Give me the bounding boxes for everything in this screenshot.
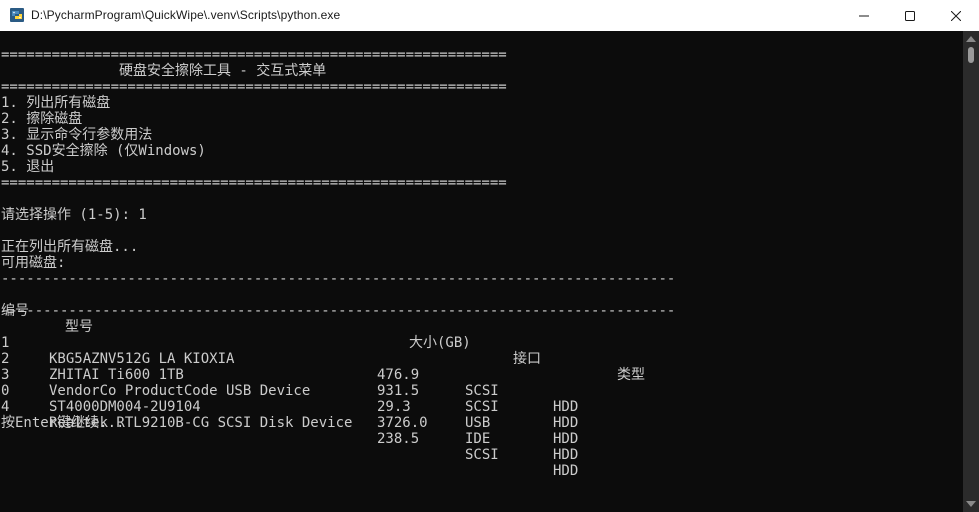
menu-title: 硬盘安全擦除工具 - 交互式菜单 — [1, 63, 327, 79]
disk-type: HDD — [553, 447, 579, 463]
console-output[interactable]: ========================================… — [0, 31, 963, 512]
table-row: 3 VendorCo ProductCode USB Device 29.3 U… — [1, 351, 901, 447]
disk-type: HDD — [553, 415, 579, 431]
dash-line: ----------------------------------------… — [1, 271, 676, 287]
disk-interface: USB — [465, 415, 491, 431]
close-button[interactable] — [933, 0, 979, 31]
listing-message: 正在列出所有磁盘... — [1, 239, 139, 255]
available-disks-label: 可用磁盘: — [1, 255, 66, 271]
close-icon — [951, 10, 961, 21]
table-row: 4 Realtek RTL9210B-CG SCSI Disk Device 2… — [1, 383, 901, 479]
title-bar[interactable]: D:\PycharmProgram\QuickWipe\.venv\Script… — [0, 0, 979, 31]
operation-prompt: 请选择操作 (1-5): 1 — [1, 207, 147, 223]
disk-interface: SCSI — [465, 447, 499, 463]
table-row: 0 ST4000DM004-2U9104 3726.0 IDE HDD — [1, 367, 901, 463]
dash-line: ----------------------------------------… — [1, 303, 676, 319]
disk-type: HDD — [553, 463, 579, 479]
continue-prompt: 按Enter键继续... — [1, 415, 125, 431]
menu-item-wipe-disk: 2. 擦除磁盘 — [1, 111, 83, 127]
minimize-icon — [859, 15, 869, 16]
disk-type: HDD — [553, 399, 579, 415]
python-icon — [10, 8, 24, 22]
disk-size: 29.3 — [377, 399, 411, 415]
scroll-down-icon[interactable] — [966, 501, 976, 507]
menu-item-cli-usage: 3. 显示命令行参数用法 — [1, 127, 153, 143]
separator-line: ========================================… — [1, 79, 507, 95]
maximize-button[interactable] — [887, 0, 933, 31]
disk-size: 238.5 — [377, 431, 420, 447]
disk-type: HDD — [553, 431, 579, 447]
disk-interface: IDE — [465, 431, 491, 447]
menu-item-ssd-erase: 4. SSD安全擦除 (仅Windows) — [1, 143, 206, 159]
table-row: 2 ZHITAI Ti600 1TB 931.5 SCSI HDD — [1, 335, 901, 431]
table-row: 1 KBG5AZNV512G LA KIOXIA 476.9 SCSI HDD — [1, 319, 901, 415]
table-header: 编号 型号 大小(GB) 接口 类型 — [1, 287, 901, 383]
scroll-up-icon[interactable] — [966, 36, 976, 42]
minimize-button[interactable] — [841, 0, 887, 31]
maximize-icon — [905, 10, 915, 21]
disk-model: ST4000DM004-2U9104 — [49, 399, 201, 415]
disk-size: 3726.0 — [377, 415, 428, 431]
menu-item-exit: 5. 退出 — [1, 159, 55, 175]
window-title: D:\PycharmProgram\QuickWipe\.venv\Script… — [31, 8, 341, 22]
disk-id: 4 — [1, 399, 10, 415]
vertical-scrollbar[interactable] — [963, 31, 979, 512]
scroll-thumb[interactable] — [968, 47, 974, 63]
separator-line: ========================================… — [1, 47, 507, 63]
disk-interface: SCSI — [465, 399, 499, 415]
menu-item-list-disks: 1. 列出所有磁盘 — [1, 95, 111, 111]
separator-line: ========================================… — [1, 175, 507, 191]
console-window: D:\PycharmProgram\QuickWipe\.venv\Script… — [0, 0, 979, 512]
